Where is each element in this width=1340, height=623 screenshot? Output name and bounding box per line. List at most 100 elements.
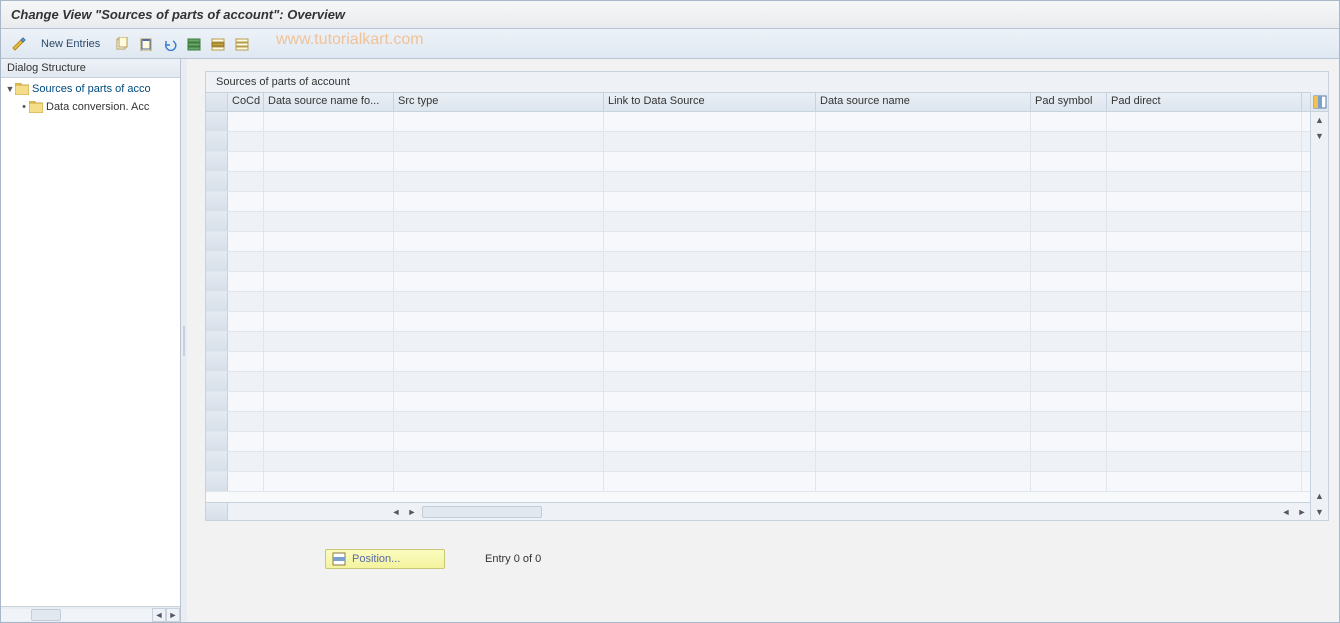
table-row[interactable] <box>206 292 1310 312</box>
scrollbar-track[interactable] <box>422 506 542 518</box>
scroll-down-end-icon[interactable]: ▼ <box>1311 504 1328 520</box>
tree-node-sources[interactable]: ▼ Sources of parts of acco <box>1 80 180 98</box>
table-row[interactable] <box>206 432 1310 452</box>
table-row[interactable] <box>206 132 1310 152</box>
tree-node-data-conversion[interactable]: • Data conversion. Acc <box>1 98 180 116</box>
table-row[interactable] <box>206 112 1310 132</box>
row-selector[interactable] <box>206 272 228 291</box>
table-row[interactable] <box>206 472 1310 492</box>
position-label: Position... <box>352 553 400 565</box>
table-row[interactable] <box>206 172 1310 192</box>
scrollbar-track[interactable] <box>1311 144 1328 488</box>
main-area: Dialog Structure ▼ Sources of parts of a… <box>1 59 1339 622</box>
table-row[interactable] <box>206 372 1310 392</box>
scroll-right-end-icon[interactable]: ► <box>1294 504 1310 520</box>
folder-open-icon <box>15 83 29 95</box>
expand-toggle-icon[interactable]: ▼ <box>5 84 15 94</box>
position-icon <box>332 552 346 566</box>
table-row[interactable] <box>206 332 1310 352</box>
scrollbar-thumb[interactable] <box>31 609 61 621</box>
panel-title: Sources of parts of account <box>206 72 1328 92</box>
app-window: Change View "Sources of parts of account… <box>1 1 1339 622</box>
grid-hscrollbar[interactable]: ◄ ► ◄ ► <box>206 502 1310 520</box>
new-entries-button[interactable]: New Entries <box>33 36 108 52</box>
dialog-structure-header: Dialog Structure <box>1 59 180 78</box>
footer-bar: Position... Entry 0 of 0 <box>205 521 1329 577</box>
col-header-link[interactable]: Link to Data Source <box>604 93 816 111</box>
scrollbar-track[interactable] <box>1 609 152 621</box>
col-header-pad-symbol[interactable]: Pad symbol <box>1031 93 1107 111</box>
row-selector[interactable] <box>206 252 228 271</box>
col-header-pad-direct[interactable]: Pad direct <box>1107 93 1302 111</box>
scroll-left-icon[interactable]: ◄ <box>152 608 166 622</box>
folder-icon <box>29 101 43 113</box>
configure-columns-icon[interactable] <box>1311 92 1328 112</box>
row-selector[interactable] <box>206 332 228 351</box>
scroll-right-icon[interactable]: ► <box>166 608 180 622</box>
col-header-data-source-name[interactable]: Data source name <box>816 93 1031 111</box>
row-selector[interactable] <box>206 432 228 451</box>
table-row[interactable] <box>206 452 1310 472</box>
copy-as-icon[interactable] <box>112 34 132 54</box>
application-toolbar: New Entries www.tutorialkart.com <box>1 29 1339 59</box>
scroll-up-icon[interactable]: ▲ <box>1311 112 1328 128</box>
undo-icon[interactable] <box>160 34 180 54</box>
table-row[interactable] <box>206 232 1310 252</box>
row-selector[interactable] <box>206 392 228 411</box>
scroll-up-end-icon[interactable]: ▲ <box>1311 488 1328 504</box>
grid-body: CoCd Data source name fo... Src type Lin… <box>206 92 1310 520</box>
table-panel: Sources of parts of account CoCd Data so… <box>205 71 1329 521</box>
grid: CoCd Data source name fo... Src type Lin… <box>206 92 1328 520</box>
select-block-icon[interactable] <box>208 34 228 54</box>
row-selector[interactable] <box>206 212 228 231</box>
scroll-left-icon[interactable]: ◄ <box>388 504 404 520</box>
sidebar-hscrollbar[interactable]: ◄ ► <box>1 606 180 622</box>
table-row[interactable] <box>206 392 1310 412</box>
col-header-cocd[interactable]: CoCd <box>228 93 264 111</box>
row-selector[interactable] <box>206 232 228 251</box>
row-selector[interactable] <box>206 312 228 331</box>
row-selector[interactable] <box>206 172 228 191</box>
row-selector[interactable] <box>206 352 228 371</box>
window-title: Change View "Sources of parts of account… <box>1 1 1339 29</box>
row-selector-header[interactable] <box>206 93 228 111</box>
row-selector-footer <box>206 503 228 520</box>
bullet-icon: • <box>19 101 29 113</box>
row-selector[interactable] <box>206 412 228 431</box>
table-row[interactable] <box>206 212 1310 232</box>
scroll-down-icon[interactable]: ▼ <box>1311 128 1328 144</box>
table-row[interactable] <box>206 272 1310 292</box>
scrollbar-thumb[interactable] <box>422 506 542 518</box>
change-display-icon[interactable] <box>9 34 29 54</box>
entry-count-text: Entry 0 of 0 <box>485 553 541 565</box>
row-selector[interactable] <box>206 372 228 391</box>
deselect-all-icon[interactable] <box>232 34 252 54</box>
col-header-src-type[interactable]: Src type <box>394 93 604 111</box>
table-row[interactable] <box>206 412 1310 432</box>
row-selector[interactable] <box>206 152 228 171</box>
table-row[interactable] <box>206 352 1310 372</box>
delete-icon[interactable] <box>136 34 156 54</box>
select-all-icon[interactable] <box>184 34 204 54</box>
row-selector[interactable] <box>206 452 228 471</box>
dialog-structure-tree[interactable]: ▼ Sources of parts of acco • Data conver… <box>1 78 180 606</box>
row-selector[interactable] <box>206 192 228 211</box>
watermark-text: www.tutorialkart.com <box>276 31 424 49</box>
scroll-right-icon[interactable]: ► <box>404 504 420 520</box>
content-area: Sources of parts of account CoCd Data so… <box>187 59 1339 622</box>
col-header-data-source-for[interactable]: Data source name fo... <box>264 93 394 111</box>
scroll-left-end-icon[interactable]: ◄ <box>1278 504 1294 520</box>
grid-vscrollbar[interactable]: ▲ ▼ ▲ ▼ <box>1310 92 1328 520</box>
position-button[interactable]: Position... <box>325 549 445 569</box>
row-selector[interactable] <box>206 472 228 491</box>
row-selector[interactable] <box>206 292 228 311</box>
table-row[interactable] <box>206 152 1310 172</box>
table-row[interactable] <box>206 192 1310 212</box>
table-row[interactable] <box>206 312 1310 332</box>
row-selector[interactable] <box>206 132 228 151</box>
row-selector[interactable] <box>206 112 228 131</box>
tree-node-label: Sources of parts of acco <box>32 83 151 95</box>
table-row[interactable] <box>206 252 1310 272</box>
tree-node-label: Data conversion. Acc <box>46 101 149 113</box>
dialog-structure-sidebar: Dialog Structure ▼ Sources of parts of a… <box>1 59 181 622</box>
